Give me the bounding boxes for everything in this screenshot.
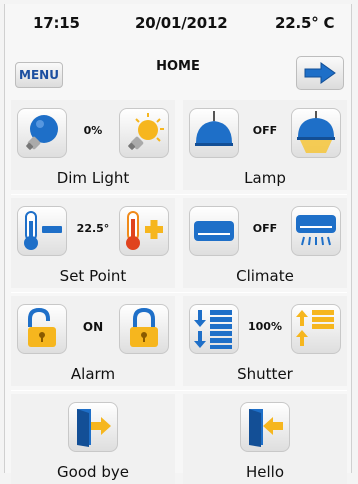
tile-label: Climate: [236, 267, 294, 285]
dim-light-off-button[interactable]: [17, 108, 67, 158]
lamp-off-button[interactable]: [189, 108, 239, 158]
shutter-down-icon: [194, 310, 232, 349]
dim-light-on-button[interactable]: [119, 108, 169, 158]
row-divider: [11, 194, 347, 195]
air-conditioner-on-icon: [296, 215, 336, 246]
tile-set-point: 22.5° Set Point: [11, 198, 175, 288]
arrow-right-icon: [304, 62, 336, 84]
tile-dim-light: 0% Dim Light: [11, 100, 175, 190]
padlock-closed-icon: [130, 307, 158, 347]
good-bye-scene-button[interactable]: [68, 402, 118, 452]
padlock-open-icon: [28, 307, 56, 347]
tile-alarm: ON Alarm: [11, 296, 175, 386]
shutter-up-icon: [296, 310, 334, 346]
tile-label: Hello: [245, 463, 285, 481]
tile-label: Dim Light: [56, 169, 130, 187]
shutter-up-button[interactable]: [291, 304, 341, 354]
set-point-increase-button[interactable]: [119, 206, 169, 256]
tile-label: Set Point: [59, 267, 127, 285]
exit-door-icon: [77, 409, 111, 447]
next-page-button[interactable]: [296, 56, 344, 90]
tile-label: Good bye: [57, 463, 129, 481]
enter-door-icon: [249, 409, 283, 447]
climate-off-button[interactable]: [189, 206, 239, 256]
tile-label: Lamp: [244, 169, 286, 187]
air-conditioner-off-icon: [194, 221, 234, 241]
tile-lamp: OFF Lamp: [183, 100, 347, 190]
thermometer-minus-icon: [24, 211, 62, 250]
clock-time: 17:15: [33, 14, 80, 32]
room-temperature: 22.5° C: [275, 14, 335, 32]
lamp-on-button[interactable]: [291, 108, 341, 158]
home-screen: 17:15 20/01/2012 22.5° C MENU HOME 0% Di…: [4, 4, 352, 484]
hello-scene-button[interactable]: [240, 402, 290, 452]
lamp-status: OFF: [252, 124, 278, 137]
alarm-unlock-button[interactable]: [17, 304, 67, 354]
pendant-lamp-off-icon: [195, 111, 233, 146]
bulb-on-icon: [128, 113, 164, 150]
climate-status: OFF: [252, 222, 278, 235]
set-point-decrease-button[interactable]: [17, 206, 67, 256]
tile-label: Alarm: [70, 365, 116, 383]
tile-good-bye: Good bye: [11, 394, 175, 484]
set-point-value: 22.5°: [76, 222, 110, 235]
row-divider: [11, 292, 347, 293]
status-bar: 17:15 20/01/2012 22.5° C: [5, 14, 351, 36]
climate-on-button[interactable]: [291, 206, 341, 256]
dim-light-level: 0%: [83, 124, 103, 137]
alarm-lock-button[interactable]: [119, 304, 169, 354]
current-date: 20/01/2012: [135, 14, 228, 32]
tile-shutter: 100% Shutter: [183, 296, 347, 386]
shutter-down-button[interactable]: [189, 304, 239, 354]
tile-hello: Hello: [183, 394, 347, 484]
thermometer-plus-icon: [126, 211, 163, 250]
alarm-status: ON: [82, 320, 104, 334]
tile-climate: OFF Climate: [183, 198, 347, 288]
bulb-off-icon: [26, 115, 58, 150]
row-divider: [11, 390, 347, 391]
shutter-position: 100%: [248, 320, 282, 333]
tile-label: Shutter: [237, 365, 293, 383]
pendant-lamp-on-icon: [297, 111, 335, 153]
